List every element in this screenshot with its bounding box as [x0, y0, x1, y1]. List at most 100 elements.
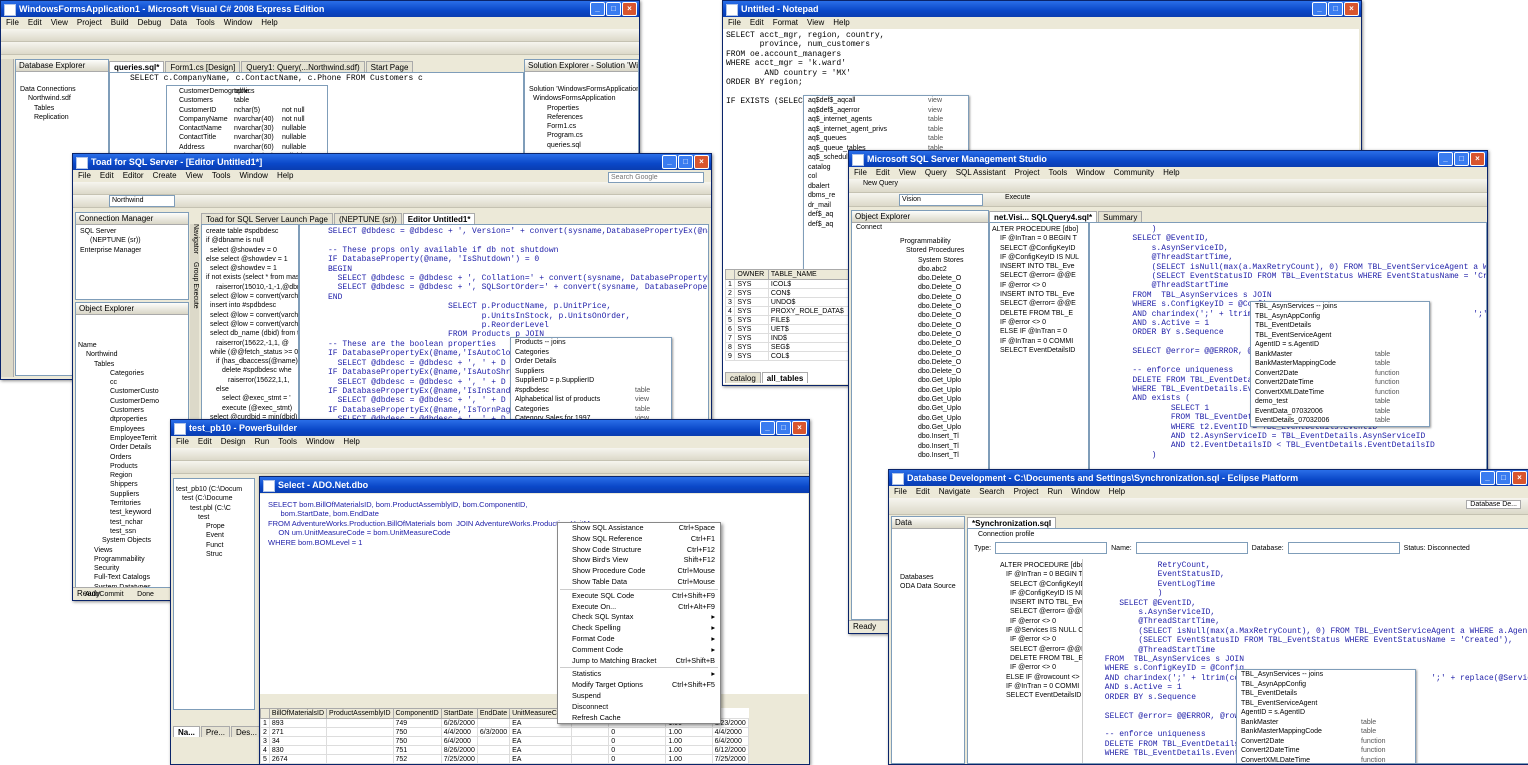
- menu-item[interactable]: View: [186, 170, 203, 182]
- tree-item[interactable]: Full-Text Catalogs: [78, 573, 159, 582]
- completion-item[interactable]: TBL_AsynAppConfig: [1237, 680, 1415, 690]
- tree-item[interactable]: Replication: [20, 113, 76, 122]
- tree-item[interactable]: IF @InTran = 0 BEGIN T: [990, 234, 1079, 243]
- menu-item[interactable]: Edit: [100, 170, 114, 182]
- tree-item[interactable]: CustomerDemo: [78, 397, 159, 406]
- tree-item[interactable]: CustomerCusto: [78, 387, 159, 396]
- completion-item[interactable]: aq$def$_aqcall view: [804, 96, 968, 106]
- tree-item[interactable]: dbo.Get_Uplo: [856, 376, 964, 385]
- context-menu-item[interactable]: Suspend: [558, 691, 720, 702]
- tree-item[interactable]: dtproperties: [78, 415, 159, 424]
- completion-item[interactable]: ConvertXMLDateTime function: [1251, 388, 1429, 398]
- maximize-icon[interactable]: □: [678, 155, 693, 169]
- tree-item[interactable]: Prope: [176, 522, 242, 531]
- tree-item[interactable]: Northwind.sdf: [20, 94, 76, 103]
- menu-item[interactable]: Build: [111, 17, 129, 29]
- completion-item[interactable]: AgentID = s.AgentID: [1237, 708, 1415, 718]
- menu-item[interactable]: Design: [221, 436, 246, 448]
- completion-item[interactable]: Order Details: [511, 357, 671, 367]
- minimize-icon[interactable]: _: [760, 421, 775, 435]
- tree-item[interactable]: Categories: [78, 369, 159, 378]
- completion-item[interactable]: aq$_queues table: [804, 134, 968, 144]
- tree-item[interactable]: ALTER PROCEDURE [dbo]: [990, 225, 1079, 234]
- menu-item[interactable]: Navigator: [190, 224, 199, 254]
- table-row[interactable]: 5 SYS FILE$: [724, 315, 852, 325]
- tree-item[interactable]: select @showdev = 0: [202, 246, 298, 255]
- data-tab[interactable]: Data: [892, 517, 964, 529]
- tree-item[interactable]: dbo.Insert_Tl: [856, 451, 964, 460]
- tree-item[interactable]: Funct: [176, 541, 242, 550]
- tree-item[interactable]: dbo.Get_Uplo: [856, 395, 964, 404]
- tree-item[interactable]: IF @Services IS NULL C: [998, 626, 1082, 635]
- table-row[interactable]: 1 SYS ICOL$: [724, 279, 852, 289]
- menu-item[interactable]: Project: [1015, 167, 1040, 179]
- tree-item[interactable]: dbo.Delete_O: [856, 321, 964, 330]
- tree-item[interactable]: References: [529, 113, 638, 122]
- eclipse-titlebar[interactable]: Database Development - C:\Documents and …: [889, 470, 1528, 486]
- minimize-icon[interactable]: _: [1438, 152, 1453, 166]
- tree-item[interactable]: create table #spdbdesc: [202, 227, 298, 236]
- context-menu-item[interactable]: Refresh Cache: [558, 713, 720, 724]
- tree-item[interactable]: select @low = convert(varcha: [202, 311, 298, 320]
- table-row[interactable]: 3 34 750 6/4/2000 EA 0 1.00 6/4/2000: [260, 736, 749, 746]
- list-item[interactable]: CustomerID nchar(5) not null: [171, 106, 330, 115]
- tree-item[interactable]: Properties: [529, 104, 638, 113]
- notepad-titlebar[interactable]: Untitled - Notepad _ □ ×: [723, 1, 1361, 17]
- tree-item[interactable]: Shippers: [78, 480, 159, 489]
- menu-item[interactable]: Help: [1163, 167, 1179, 179]
- completion-item[interactable]: TBL_EventServiceAgent: [1251, 331, 1429, 341]
- close-icon[interactable]: ×: [1470, 152, 1485, 166]
- tab[interactable]: catalog: [725, 372, 761, 383]
- completion-item[interactable]: Suppliers: [511, 367, 671, 377]
- tree-item[interactable]: Programmability: [856, 237, 964, 246]
- tree-item[interactable]: WindowsFormsApplication: [529, 94, 638, 103]
- tree-item[interactable]: execute (@exec_stmt): [202, 404, 298, 413]
- menu-item[interactable]: Format: [773, 17, 798, 29]
- minimize-icon[interactable]: _: [590, 2, 605, 16]
- tree-item[interactable]: System Stores: [856, 256, 964, 265]
- close-icon[interactable]: ×: [694, 155, 709, 169]
- completion-item[interactable]: Convert2Date function: [1251, 369, 1429, 379]
- tab[interactable]: Form1.cs [Design]: [165, 61, 241, 72]
- tree-item[interactable]: Territories: [78, 499, 159, 508]
- connection-select[interactable]: Northwind: [109, 195, 175, 207]
- tree-item[interactable]: test: [176, 513, 242, 522]
- tree-item[interactable]: select db_name (dbid) from tt: [202, 329, 298, 338]
- table-row[interactable]: 2 271 750 4/4/2000 6/3/2000 EA 0 1.00 4/4/2000: [260, 727, 749, 737]
- menu-item[interactable]: Window: [1076, 167, 1104, 179]
- maximize-icon[interactable]: □: [1496, 471, 1511, 485]
- perspective-button[interactable]: Database De...: [1466, 500, 1521, 509]
- menu-item[interactable]: Create: [153, 170, 177, 182]
- connect-button[interactable]: Connect: [856, 224, 882, 231]
- tab[interactable]: all_tables: [761, 372, 809, 383]
- tab[interactable]: Editor Untitled1*: [402, 213, 476, 224]
- tab[interactable]: Toad for SQL Server Launch Page: [201, 213, 333, 224]
- completion-item[interactable]: BankMaster table: [1237, 718, 1415, 728]
- tab[interactable]: *Synchronization.sql: [967, 517, 1057, 528]
- context-menu[interactable]: Show SQL Assistance Ctrl+Space Show SQL Re…: [557, 522, 721, 725]
- context-menu-item[interactable]: Show SQL Reference Ctrl+F1: [558, 534, 720, 545]
- select-editor[interactable]: SELECT bom.BillOfMaterialsID, bom.Produc…: [260, 494, 808, 694]
- menu-item[interactable]: Help: [277, 170, 293, 182]
- tab[interactable]: (NEPTUNE (sr)): [334, 213, 402, 224]
- context-menu-item[interactable]: Show SQL Assistance Ctrl+Space: [558, 523, 720, 534]
- menu-item[interactable]: Window: [1071, 486, 1099, 498]
- completion-item[interactable]: TBL_EventDetails: [1251, 321, 1429, 331]
- menu-item[interactable]: Community: [1114, 167, 1154, 179]
- completion-item[interactable]: aq$_internet_agent_privs table: [804, 125, 968, 135]
- tree-item[interactable]: Products: [78, 462, 159, 471]
- toad-titlebar[interactable]: Toad for SQL Server - [Editor Untitled1*…: [73, 154, 711, 170]
- menu-item[interactable]: File: [78, 170, 91, 182]
- tree-item[interactable]: INSERT INTO TBL_Eve: [990, 262, 1079, 271]
- tree-item[interactable]: raiserror(15010,-1,-1,@dbna: [202, 283, 298, 292]
- menu-item[interactable]: Tools: [278, 436, 297, 448]
- context-menu-item[interactable]: Execute On... Ctrl+Alt+F9: [558, 602, 720, 613]
- completion-item[interactable]: TBL_EventServiceAgent: [1237, 699, 1415, 709]
- tab[interactable]: Na...: [173, 726, 200, 737]
- vs-titlebar[interactable]: WindowsFormsApplication1 - Microsoft Vis…: [1, 1, 639, 17]
- context-menu-item[interactable]: Modify Target Options Ctrl+Shift+F5: [558, 680, 720, 691]
- tree-item[interactable]: Orders: [78, 453, 159, 462]
- tree-item[interactable]: ELSE IF @InTran = 0: [990, 327, 1079, 336]
- close-icon[interactable]: ×: [1512, 471, 1527, 485]
- completion-item[interactable]: Convert2DateTime function: [1237, 746, 1415, 756]
